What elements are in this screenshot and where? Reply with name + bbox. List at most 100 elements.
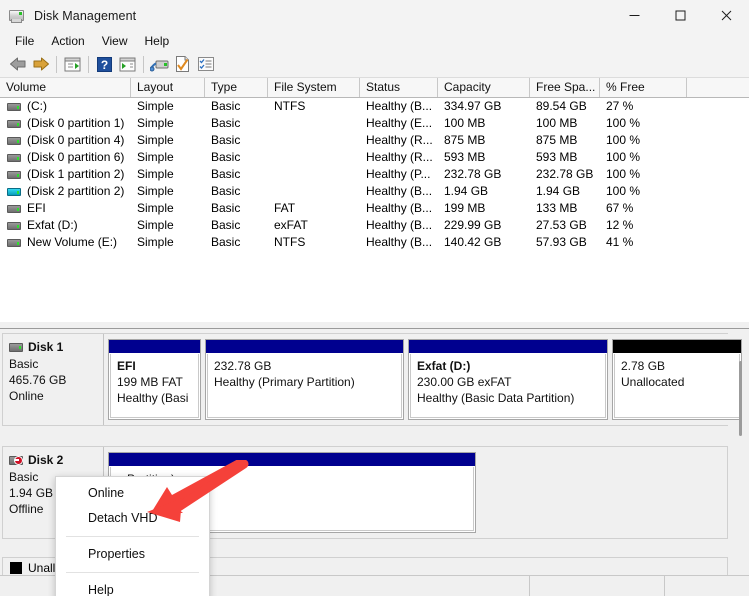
- context-menu[interactable]: Online Detach VHD Properties Help: [55, 476, 210, 596]
- ctx-properties[interactable]: Properties: [56, 542, 209, 567]
- cell-volume: (C:): [0, 98, 131, 115]
- cell-layout: Simple: [137, 201, 174, 215]
- toolbar-separator: [56, 55, 57, 73]
- drive-icon: [7, 204, 21, 213]
- table-row[interactable]: (C:) Simple Basic NTFS Healthy (B... 334.97 G…: [0, 98, 749, 115]
- menu-help[interactable]: Help: [137, 32, 179, 51]
- rescan-disks-icon[interactable]: [148, 53, 171, 75]
- cell-percent-free: 27 %: [606, 99, 634, 113]
- cell-capacity: 875 MB: [444, 133, 486, 147]
- scrollbar-thumb[interactable]: [739, 361, 742, 436]
- table-row[interactable]: (Disk 1 partition 2) Simple Basic Healthy (…: [0, 166, 749, 183]
- pane-splitter[interactable]: [0, 321, 749, 329]
- table-row[interactable]: EFI Simple Basic FAT Healthy (B... 199 MB 133 …: [0, 200, 749, 217]
- partition-size: 199 MB FAT: [117, 375, 183, 389]
- cell-layout: Simple: [137, 133, 174, 147]
- ctx-help[interactable]: Help: [56, 578, 209, 596]
- volume-label: (Disk 0 partition 1): [27, 116, 125, 130]
- cell-free-space: 133 MB: [536, 201, 578, 215]
- cell-type: Basic: [211, 167, 241, 181]
- close-button[interactable]: [703, 0, 749, 31]
- toolbar-separator: [88, 55, 89, 73]
- volume-label: (Disk 0 partition 4): [27, 133, 125, 147]
- partition-block[interactable]: Exfat (D:) 230.00 GB exFAT Healthy (Basic …: [408, 339, 608, 420]
- cell-free-space: 593 MB: [536, 150, 578, 164]
- menu-file[interactable]: File: [7, 32, 43, 51]
- table-row[interactable]: New Volume (E:) Simple Basic NTFS Healthy (B…: [0, 234, 749, 251]
- cell-percent-free: 41 %: [606, 235, 634, 249]
- cell-percent-free: 100 %: [606, 150, 641, 164]
- menu-action[interactable]: Action: [43, 32, 93, 51]
- cell-layout: Simple: [137, 218, 174, 232]
- volume-label: Exfat (D:): [27, 218, 78, 232]
- disk-size: 465.76 GB: [9, 373, 67, 387]
- help-icon[interactable]: ?: [93, 53, 116, 75]
- partition-strip: EFI 199 MB FAT Healthy (Basi 232.78 GB Healt…: [104, 334, 746, 425]
- disk-info[interactable]: Disk 1 Basic 465.76 GB Online: [3, 334, 104, 425]
- partition-details: EFI 199 MB FAT Healthy (Basi: [110, 354, 199, 418]
- partition-block[interactable]: 232.78 GB Healthy (Primary Partition): [205, 339, 404, 420]
- column-header-capacity[interactable]: Capacity: [438, 78, 530, 97]
- graphical-view-scrollbar[interactable]: [733, 333, 747, 555]
- all-tasks-icon[interactable]: [194, 53, 217, 75]
- cell-type: Basic: [211, 218, 241, 232]
- cell-type: Basic: [211, 235, 241, 249]
- partition-size: 232.78 GB: [214, 359, 272, 373]
- cell-percent-free: 100 %: [606, 116, 641, 130]
- partition-unallocated[interactable]: 2.78 GB Unallocated: [612, 339, 742, 420]
- table-row[interactable]: (Disk 2 partition 2) Simple Basic Healthy (…: [0, 183, 749, 200]
- show-hide-action-pane-icon[interactable]: [116, 53, 139, 75]
- partition-color-bar: [613, 340, 741, 354]
- disk-title: Disk 1: [9, 339, 103, 355]
- column-header-free-spa[interactable]: Free Spa...: [530, 78, 600, 97]
- partition-status: Healthy (Basic Data Partition): [417, 391, 575, 405]
- disk-name: Disk 1: [28, 340, 64, 354]
- cell-capacity: 593 MB: [444, 150, 486, 164]
- column-header-layout[interactable]: Layout: [131, 78, 205, 97]
- volume-list[interactable]: Volume Layout Type File System Status Capacit…: [0, 78, 749, 321]
- table-row[interactable]: Exfat (D:) Simple Basic exFAT Healthy (B... 2…: [0, 217, 749, 234]
- column-header-file-system[interactable]: File System: [268, 78, 360, 97]
- partition-status: Healthy (Basi: [117, 391, 189, 405]
- cell-free-space: 875 MB: [536, 133, 578, 147]
- partition-details: Exfat (D:) 230.00 GB exFAT Healthy (Basic …: [410, 354, 606, 418]
- show-hide-console-tree-icon[interactable]: [61, 53, 84, 75]
- column-header-blank[interactable]: [687, 78, 749, 97]
- back-icon[interactable]: [6, 53, 29, 75]
- minimize-button[interactable]: [611, 0, 657, 31]
- forward-icon[interactable]: [29, 53, 52, 75]
- partition-color-bar: [206, 340, 403, 354]
- cell-layout: Simple: [137, 116, 174, 130]
- ctx-online[interactable]: Online: [56, 481, 209, 506]
- table-row[interactable]: (Disk 0 partition 4) Simple Basic Healthy (…: [0, 132, 749, 149]
- column-header-status[interactable]: Status: [360, 78, 438, 97]
- partition-color-bar: [109, 453, 475, 467]
- cell-status: Healthy (P...: [366, 167, 431, 181]
- cell-volume: (Disk 2 partition 2): [0, 183, 131, 200]
- disk-management-window: Disk Management File Action View Help ? …: [0, 0, 749, 596]
- ctx-detach-vhd[interactable]: Detach VHD: [56, 506, 209, 531]
- partition-status: Unallocated: [621, 375, 685, 389]
- context-menu-separator: [66, 572, 199, 573]
- partition-size: 230.00 GB exFAT: [417, 375, 512, 389]
- volume-list-rows: (C:) Simple Basic NTFS Healthy (B... 334.97 G…: [0, 98, 749, 251]
- properties-icon[interactable]: [171, 53, 194, 75]
- column-header--free[interactable]: % Free: [600, 78, 687, 97]
- cell-layout: Simple: [137, 235, 174, 249]
- column-header-volume[interactable]: Volume: [0, 78, 131, 97]
- maximize-button[interactable]: [657, 0, 703, 31]
- partition-block[interactable]: EFI 199 MB FAT Healthy (Basi: [108, 339, 201, 420]
- drive-icon: [7, 221, 21, 230]
- status-segment-2: [530, 576, 665, 596]
- table-row[interactable]: (Disk 0 partition 6) Simple Basic Healthy (…: [0, 149, 749, 166]
- cell-status: Healthy (R...: [366, 133, 433, 147]
- disk-panel-disk-1[interactable]: Disk 1 Basic 465.76 GB Online EFI 199 MB FAT H…: [2, 333, 746, 426]
- menu-view[interactable]: View: [94, 32, 137, 51]
- disk-title: Disk 2: [9, 452, 103, 468]
- column-header-type[interactable]: Type: [205, 78, 268, 97]
- cell-free-space: 57.93 GB: [536, 235, 587, 249]
- table-row[interactable]: (Disk 0 partition 1) Simple Basic Healthy (…: [0, 115, 749, 132]
- disk-icon: [9, 342, 23, 352]
- cell-volume: (Disk 0 partition 4): [0, 132, 131, 149]
- cell-file-system: NTFS: [274, 235, 306, 249]
